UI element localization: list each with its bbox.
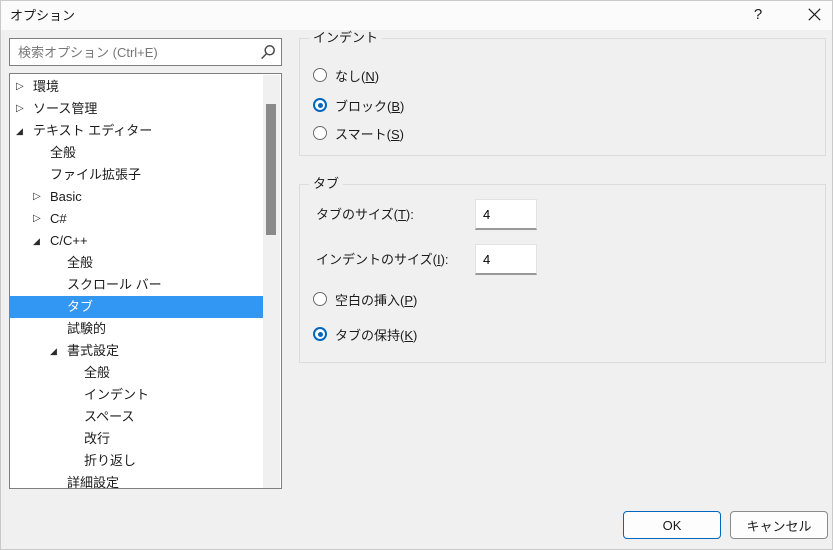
tree-item[interactable]: スペース [10, 406, 263, 428]
radio-option-insert-spaces-label: 空白の挿入(P) [335, 292, 418, 308]
radio-button[interactable] [313, 98, 327, 112]
tree-item-label: スペース [84, 409, 135, 424]
tree-item-label: タブ [67, 299, 94, 314]
indent-size-label: インデントのサイズ(I): [316, 252, 449, 267]
indent-groupbox: インデント なし(N) ブロック(B) スマート(S) [299, 30, 826, 156]
tree-item-label: 改行 [84, 431, 111, 446]
help-button[interactable]: ? [745, 1, 771, 27]
tree-item-label: インデント [84, 387, 150, 402]
tree-item[interactable]: ◢ 書式設定 [10, 340, 263, 362]
search-box [9, 38, 282, 66]
tree-item-label: 試験的 [67, 321, 107, 336]
tree-item-label: C/C++ [50, 233, 88, 248]
tree-item[interactable]: ◢ テキスト エディター [10, 120, 263, 142]
options-tree: ▷ 環境 ▷ ソース管理 ◢ テキスト エディター 全般 ファイル拡張子 ▷ Basic ▷ C# ◢ C… [9, 73, 282, 489]
tree-item-label: 折り返し [84, 453, 137, 468]
indent-size-input[interactable] [475, 244, 537, 275]
cancel-button[interactable]: キャンセル [730, 511, 828, 539]
radio-button[interactable] [313, 126, 327, 140]
search-icon[interactable] [260, 44, 276, 60]
radio-option-keep-tabs-label: タブの保持(K) [335, 327, 418, 343]
tree-item-label: 全般 [84, 365, 111, 380]
tree-item[interactable]: スクロール バー [10, 274, 263, 296]
expand-arrow-icon[interactable]: ▷ [33, 208, 50, 230]
tab-size-input[interactable] [475, 199, 537, 230]
tree-item-label: 全般 [50, 145, 77, 160]
radio-option-smart-label: スマート(S) [335, 126, 404, 142]
expand-arrow-icon[interactable]: ▷ [16, 98, 33, 120]
radio-option-none-label: なし(N) [335, 68, 380, 84]
tree-item[interactable]: 詳細設定 [10, 472, 263, 489]
collapse-arrow-icon[interactable]: ◢ [16, 120, 33, 142]
radio-option-keep-tabs[interactable]: タブの保持(K) [313, 324, 417, 344]
expand-arrow-icon[interactable]: ▷ [33, 186, 50, 208]
tree-item[interactable]: タブ [10, 296, 263, 318]
tab-size-label: タブのサイズ(T): [316, 207, 414, 222]
ok-button-label: OK [662, 517, 682, 533]
tree-item[interactable]: ▷ Basic [10, 186, 263, 208]
expand-arrow-icon[interactable]: ▷ [16, 76, 33, 98]
tree-item[interactable]: ◢ C/C++ [10, 230, 263, 252]
tree-scrollbar[interactable] [263, 75, 280, 488]
cancel-button-label: キャンセル [746, 518, 812, 534]
radio-button[interactable] [313, 292, 327, 306]
tree-item-label: 環境 [33, 79, 60, 94]
ok-button[interactable]: OK [623, 511, 721, 539]
window-title: オプション [10, 8, 76, 23]
tree-item-label: ファイル拡張子 [50, 167, 142, 182]
tree-item-label: Basic [50, 189, 82, 204]
tree-item-label: テキスト エディター [33, 123, 153, 138]
radio-button[interactable] [313, 68, 327, 82]
tree-item[interactable]: ▷ 環境 [10, 76, 263, 98]
radio-button[interactable] [313, 327, 327, 341]
tree-item[interactable]: 全般 [10, 142, 263, 164]
radio-option-block-label: ブロック(B) [335, 98, 405, 114]
tree-item[interactable]: インデント [10, 384, 263, 406]
titlebar: オプション ? [1, 1, 832, 30]
collapse-arrow-icon[interactable]: ◢ [33, 230, 50, 252]
radio-option-insert-spaces[interactable]: 空白の挿入(P) [313, 289, 417, 309]
help-icon: ? [753, 5, 763, 23]
tree-item-label: ソース管理 [33, 101, 98, 116]
tree-item-label: C# [50, 211, 67, 226]
tab-groupbox-title: タブ [309, 176, 344, 192]
tree-item[interactable]: ▷ C# [10, 208, 263, 230]
tree-item[interactable]: 折り返し [10, 450, 263, 472]
tree-item[interactable]: 試験的 [10, 318, 263, 340]
close-icon [807, 7, 821, 21]
tree-item-label: スクロール バー [67, 277, 162, 292]
tree-item[interactable]: ▷ ソース管理 [10, 98, 263, 120]
scrollbar-thumb[interactable] [266, 104, 276, 235]
radio-option-none[interactable]: なし(N) [313, 65, 379, 85]
tree-item[interactable]: ファイル拡張子 [10, 164, 263, 186]
search-input[interactable] [10, 39, 258, 65]
close-button[interactable] [799, 1, 829, 27]
tab-groupbox: タブ タブのサイズ(T): インデントのサイズ(I): 空白の挿入(P) タブの… [299, 176, 826, 363]
indent-groupbox-title: インデント [309, 30, 383, 46]
radio-option-smart[interactable]: スマート(S) [313, 123, 404, 143]
tree-item-label: 詳細設定 [67, 475, 120, 489]
tree-item[interactable]: 全般 [10, 252, 263, 274]
radio-option-block[interactable]: ブロック(B) [313, 95, 404, 115]
collapse-arrow-icon[interactable]: ◢ [50, 340, 67, 362]
tree-rows: ▷ 環境 ▷ ソース管理 ◢ テキスト エディター 全般 ファイル拡張子 ▷ Basic ▷ C# ◢ C… [10, 76, 263, 489]
tree-item-label: 書式設定 [67, 343, 120, 358]
options-dialog: オプション ? ▷環境▷ソース管理◢テキスト エディター全般ファイル拡張子▷Ba… [0, 0, 833, 550]
tree-item-label: 全般 [67, 255, 94, 270]
tree-item[interactable]: 全般 [10, 362, 263, 384]
tree-item[interactable]: 改行 [10, 428, 263, 450]
